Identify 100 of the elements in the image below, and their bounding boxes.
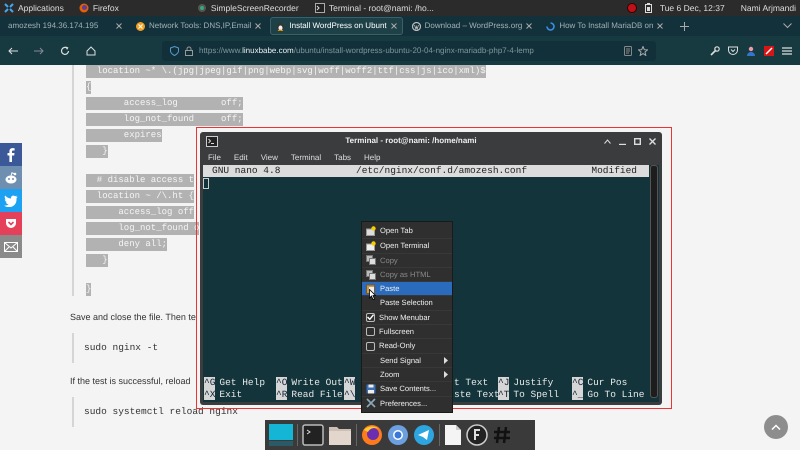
favicon-icon [546, 22, 556, 30]
chevron-down-icon[interactable] [783, 23, 792, 29]
checkbox[interactable] [366, 342, 375, 351]
window-title: Terminal - root@nami: /home/nami [344, 135, 478, 147]
star-icon [638, 46, 648, 56]
letter-circle-icon[interactable] [466, 424, 488, 446]
shortcut-label: Get Help [219, 377, 266, 388]
mouse-pointer-icon [369, 289, 376, 300]
share-button[interactable] [0, 143, 22, 166]
browser-icon[interactable] [361, 424, 383, 446]
browser-tab[interactable]: Install WordPress on Ubunt [270, 17, 403, 35]
shortcut-label: ste Text [454, 388, 500, 400]
pocket-icon[interactable] [5, 218, 17, 229]
desktop-icon[interactable] [269, 424, 293, 446]
checkbox[interactable] [366, 312, 375, 322]
window-button[interactable]: Terminal - root@nami: /ho... [328, 2, 434, 14]
shortcut-key: ^O [276, 377, 288, 388]
menu-item[interactable]: File [208, 152, 221, 164]
battery-icon[interactable] [644, 3, 652, 13]
scroll-top-button[interactable] [764, 415, 788, 439]
clock-text[interactable]: Tue 6 Dec, 12:37 [660, 2, 725, 14]
tools-icon [366, 398, 376, 408]
copy-icon [366, 255, 376, 266]
user-name[interactable]: Nami Arjmandi [740, 2, 796, 14]
share-button[interactable] [0, 235, 22, 258]
menu-item[interactable]: Terminal [290, 152, 322, 164]
new-tab-icon [366, 226, 376, 236]
shortcut-key: ^G [204, 377, 216, 388]
browser-icon[interactable] [387, 424, 409, 446]
save-icon [366, 384, 376, 394]
bird-icon[interactable] [4, 194, 18, 206]
forward-icon [34, 46, 44, 54]
browser-tab[interactable]: Download – WordPress.org [406, 17, 538, 35]
nano-version: GNU nano 4.8 [211, 165, 282, 177]
close-icon[interactable] [390, 23, 397, 29]
home-icon[interactable] [86, 46, 96, 56]
shortcut-key: ^J [498, 377, 510, 388]
recorder-icon[interactable] [196, 3, 207, 13]
chevron-up-icon[interactable] [771, 424, 781, 430]
favicon-icon [412, 22, 421, 30]
document-icon[interactable] [444, 424, 462, 446]
terminal-icon [206, 136, 218, 146]
window-button[interactable]: SimpleScreenRecorder [210, 2, 299, 14]
close-icon[interactable] [526, 23, 532, 29]
lock-icon [185, 46, 193, 56]
menu-item[interactable]: Help [364, 152, 380, 164]
person-icon[interactable] [746, 46, 756, 56]
shortcut-key: ^R [276, 388, 288, 400]
share-button[interactable] [0, 166, 22, 189]
record-icon[interactable] [626, 3, 637, 13]
paragraph-text: Save and close the file. Then te [70, 311, 196, 324]
pen-icon[interactable] [764, 46, 774, 56]
folder-icon[interactable] [328, 424, 352, 446]
paper-plane-icon[interactable] [413, 424, 435, 446]
back-icon[interactable] [8, 46, 18, 54]
code-block: sudo nginx -t [72, 333, 168, 363]
favicon-icon [276, 22, 286, 30]
terminal-icon[interactable] [314, 3, 325, 13]
address-bar[interactable]: https://www.linuxbabe.com/ubuntu/install-wordpress-ubuntu-20-04-nginx-mariadb-php7-4-lemp [162, 40, 656, 60]
shortcut-key: ^\ [344, 388, 356, 400]
envelope-icon[interactable] [4, 242, 18, 252]
shortcut-label: Go To Line [587, 388, 644, 400]
apps-icon[interactable] [4, 3, 14, 13]
check-icon [367, 314, 374, 320]
window-button[interactable]: Firefox [92, 2, 119, 14]
maximize-icon[interactable] [634, 138, 641, 144]
browser-tab[interactable]: amozesh 194.36.174.195 [3, 17, 127, 35]
menu-item[interactable]: Tabs [334, 152, 352, 164]
menu-item[interactable]: Edit [234, 152, 248, 164]
shortcut-key: ^C [572, 377, 584, 388]
applications-menu[interactable]: Applications [18, 2, 64, 14]
shortcut-label: To Spell [513, 388, 560, 400]
browser-tab[interactable]: How To Install MariaDB on [541, 17, 668, 35]
shortcut-label: Write Out [291, 377, 343, 388]
scrollbar[interactable] [650, 165, 658, 398]
share-button[interactable] [0, 189, 22, 212]
favicon-icon [136, 22, 145, 30]
copy-icon [366, 270, 376, 280]
reload-icon[interactable] [60, 46, 70, 56]
wrench-icon[interactable] [710, 46, 720, 56]
checkbox[interactable] [366, 327, 375, 336]
modified-status: Modified [591, 165, 638, 177]
facebook-icon[interactable] [7, 148, 15, 162]
share-button[interactable] [0, 212, 22, 235]
terminal-icon[interactable] [302, 424, 324, 446]
shortcut-label: Cur Pos [587, 377, 628, 388]
reader-icon [624, 46, 632, 56]
close-icon[interactable] [255, 23, 262, 29]
paragraph-text: If the test is successful, reload [70, 375, 191, 388]
text-cursor [203, 178, 209, 189]
close-icon[interactable] [116, 23, 122, 29]
file-path: /etc/nginx/conf.d/amozesh.conf [356, 165, 528, 177]
pocket-icon[interactable] [728, 46, 738, 55]
menu-item[interactable]: View [260, 152, 278, 164]
close-icon[interactable] [657, 23, 664, 29]
robot-icon[interactable] [4, 172, 18, 184]
browser-tab[interactable]: Network Tools: DNS,IP,Email [131, 17, 266, 35]
shortcut-label: Read File [291, 388, 343, 400]
new-tab-icon[interactable] [680, 22, 690, 30]
menu-icon[interactable] [782, 46, 792, 54]
